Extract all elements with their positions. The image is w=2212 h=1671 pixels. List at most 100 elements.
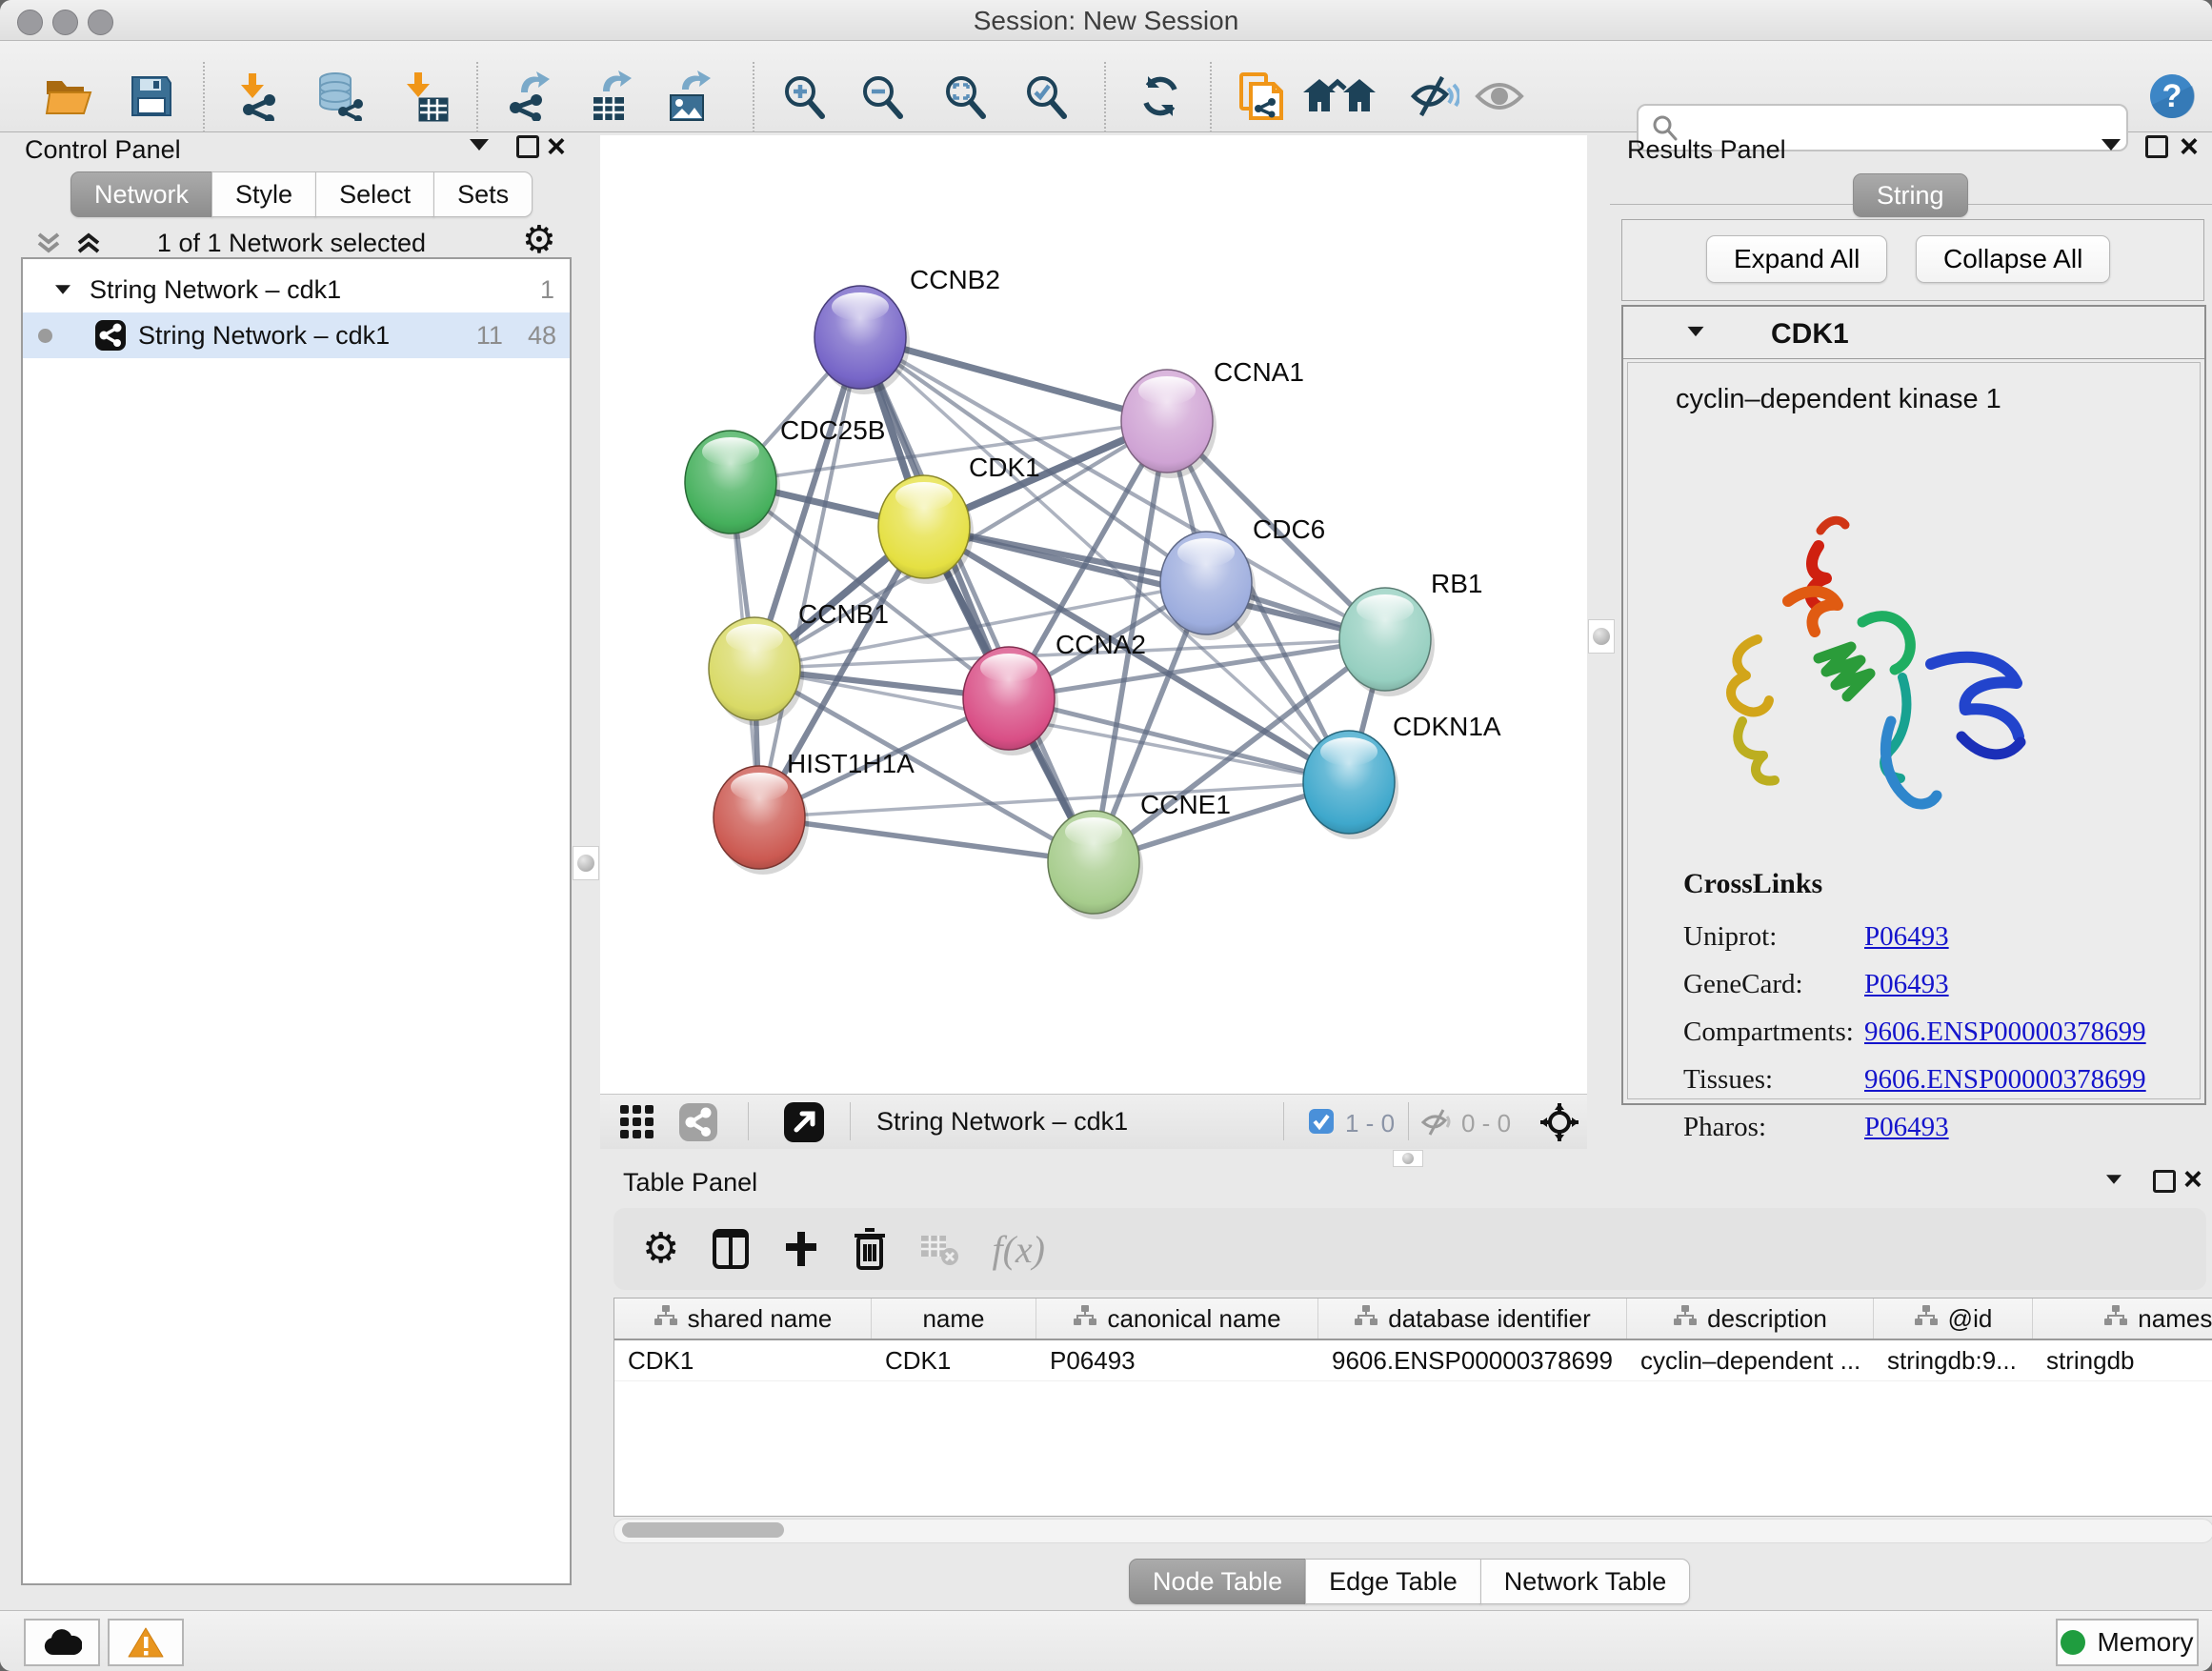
close-panel-icon[interactable]: × [547,137,566,156]
add-column-icon[interactable] [782,1230,820,1268]
panel-menu-icon[interactable] [2101,139,2121,151]
crosslink-link[interactable]: P06493 [1864,1112,1949,1142]
table-horizontal-scrollbar[interactable] [613,1519,2212,1543]
float-panel-icon[interactable] [2145,135,2168,158]
network-edge[interactable] [759,817,1094,862]
delete-column-icon[interactable] [853,1228,887,1270]
tab-edge-table[interactable]: Edge Table [1305,1559,1481,1604]
gene-section-header[interactable]: CDK1 [1623,307,2204,359]
network-node-cdc25b[interactable]: CDC25B [685,415,885,539]
table-cell[interactable]: CDK1 [872,1340,1036,1380]
network-canvas[interactable]: CCNB2CCNA1CDC25BCDK1CDC6RB1CCNB1CCNA2CDK… [600,135,1587,1094]
close-panel-icon[interactable]: × [2180,137,2199,156]
refresh-icon[interactable] [1134,70,1187,123]
network-share-icon[interactable] [678,1102,718,1147]
network-node-rb1[interactable]: RB1 [1339,569,1482,696]
tab-select[interactable]: Select [315,171,434,217]
birdseye-crosshair-icon[interactable] [1539,1102,1579,1147]
crosslink-link[interactable]: 9606.ENSP00000378699 [1864,1017,2146,1047]
selected-counts: 1 - 0 [1345,1109,1395,1138]
crosslink-link[interactable]: P06493 [1864,969,1949,999]
table-cell[interactable]: stringdb:9... [1874,1340,2033,1380]
panel-menu-icon[interactable] [2106,1175,2122,1184]
open-view-icon[interactable] [783,1101,825,1148]
import-network-file-icon[interactable] [232,70,286,123]
column-label: database identifier [1388,1304,1590,1334]
tab-style[interactable]: Style [211,171,316,217]
tab-sets[interactable]: Sets [433,171,533,217]
network-node-hist1h1a[interactable]: HIST1H1A [714,749,915,875]
save-session-icon[interactable] [125,70,178,123]
selected-checkbox-icon[interactable] [1308,1108,1335,1139]
help-icon[interactable]: ? [2145,70,2199,123]
network-row-selected[interactable]: String Network – cdk1 11 48 [23,312,570,358]
table-cell[interactable]: 9606.ENSP00000378699 [1318,1340,1627,1380]
zoom-fit-icon[interactable] [938,70,992,123]
open-folder-icon[interactable] [42,70,95,123]
zoom-selected-icon[interactable] [1019,70,1073,123]
export-network-icon[interactable] [501,70,554,123]
hidden-eye-icon[interactable] [1421,1108,1454,1141]
collapse-node-icon[interactable] [55,285,70,294]
crosslink-link[interactable]: 9606.ENSP00000378699 [1864,1064,2146,1095]
network-node-ccnb2[interactable]: CCNB2 [814,265,1000,394]
float-panel-icon[interactable] [2153,1170,2176,1193]
delete-table-icon[interactable] [919,1232,959,1266]
column-header-@id[interactable]: @id [1874,1299,2033,1339]
warning-button[interactable] [108,1619,184,1666]
network-collection-row[interactable]: String Network – cdk1 1 [23,267,570,312]
node-label: HIST1H1A [787,749,915,778]
column-header-name[interactable]: name [872,1299,1036,1339]
crosslink-link[interactable]: P06493 [1864,921,1949,952]
tab-node-table[interactable]: Node Table [1129,1559,1306,1604]
table-cell[interactable]: P06493 [1036,1340,1318,1380]
cloud-button[interactable] [24,1619,100,1666]
network-node-cdkn1a[interactable]: CDKN1A [1303,712,1501,839]
hide-selected-icon[interactable] [1408,70,1461,123]
network-edge[interactable] [759,337,860,817]
first-neighbors-icon[interactable] [1299,70,1379,123]
table-cell[interactable]: stringdb [2033,1340,2212,1380]
function-builder-icon[interactable]: f(x) [992,1227,1045,1272]
export-image-icon[interactable] [662,70,715,123]
results-panel-title: Results Panel [1627,135,1786,165]
tab-network[interactable]: Network [70,171,212,217]
tab-string[interactable]: String [1853,173,1968,217]
scrollbar-thumb[interactable] [622,1522,784,1538]
import-table-icon[interactable] [400,70,453,123]
memory-button[interactable]: Memory [2056,1619,2199,1666]
show-all-icon[interactable] [1473,70,1526,123]
show-columns-icon[interactable] [712,1228,750,1270]
network-options-gear-icon[interactable]: ⚙ [522,221,556,259]
close-panel-icon[interactable]: × [2183,1170,2202,1189]
column-header-shared-name[interactable]: shared name [614,1299,872,1339]
network-edge[interactable] [860,337,1094,862]
table-cell[interactable]: CDK1 [614,1340,872,1380]
toolbar-separator [1104,62,1106,132]
control-panel-title: Control Panel [25,135,181,165]
clone-network-icon[interactable] [1235,70,1288,123]
zoom-in-icon[interactable] [777,70,831,123]
export-table-icon[interactable] [583,70,636,123]
collapse-all-button[interactable]: Collapse All [1916,235,2110,283]
column-header-canonical-name[interactable]: canonical name [1036,1299,1318,1339]
expand-all-button[interactable]: Expand All [1706,235,1887,283]
table-settings-gear-icon[interactable]: ⚙ [642,1228,679,1270]
column-header-database-identifier[interactable]: database identifier [1318,1299,1627,1339]
table-row[interactable]: CDK1CDK1P064939606.ENSP00000378699cyclin… [614,1340,2212,1381]
network-node-ccne1[interactable]: CCNE1 [1048,790,1231,919]
zoom-out-icon[interactable] [855,70,909,123]
column-header-description[interactable]: description [1627,1299,1874,1339]
column-header-namespace[interactable]: namespace [2033,1299,2212,1339]
float-panel-icon[interactable] [516,135,539,158]
network-node-ccna1[interactable]: CCNA1 [1121,357,1304,478]
node-table[interactable]: shared namenamecanonical name database id… [613,1298,2212,1517]
tab-network-table[interactable]: Network Table [1480,1559,1691,1604]
collapse-section-icon[interactable] [1688,327,1704,336]
import-network-database-icon[interactable] [312,70,366,123]
table-cell[interactable]: cyclin–dependent ... [1627,1340,1874,1380]
panel-menu-icon[interactable] [470,139,489,151]
left-splitter-handle[interactable] [573,846,599,880]
network-graph[interactable]: CCNB2CCNA1CDC25BCDK1CDC6RB1CCNB1CCNA2CDK… [600,135,1587,1094]
grid-view-icon[interactable] [619,1104,655,1145]
